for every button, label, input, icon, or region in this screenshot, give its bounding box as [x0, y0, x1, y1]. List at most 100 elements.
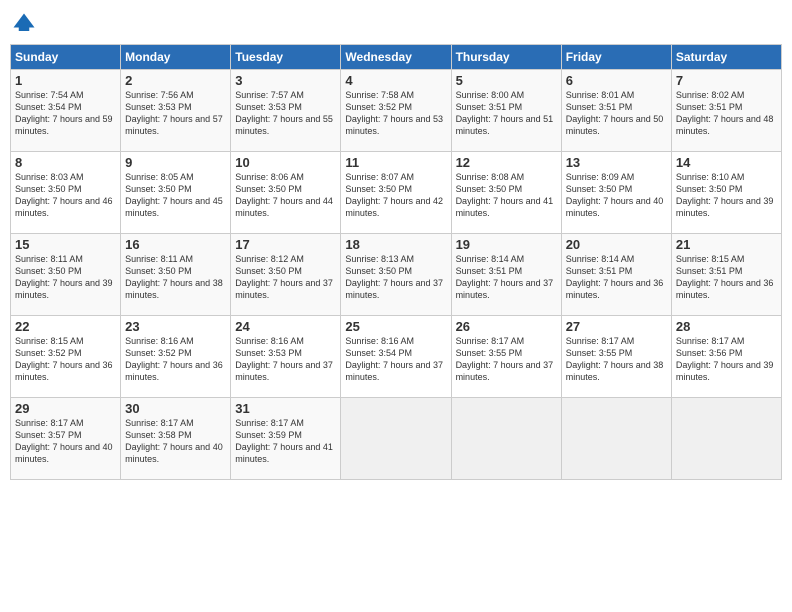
day-number: 20: [566, 237, 667, 252]
day-number: 21: [676, 237, 777, 252]
day-number: 9: [125, 155, 226, 170]
day-number: 1: [15, 73, 116, 88]
calendar-cell: 24 Sunrise: 8:16 AMSunset: 3:53 PMDaylig…: [231, 316, 341, 398]
day-number: 23: [125, 319, 226, 334]
calendar-cell: 27 Sunrise: 8:17 AMSunset: 3:55 PMDaylig…: [561, 316, 671, 398]
calendar-cell: 13 Sunrise: 8:09 AMSunset: 3:50 PMDaylig…: [561, 152, 671, 234]
day-info: Sunrise: 8:17 AMSunset: 3:55 PMDaylight:…: [566, 335, 667, 384]
calendar-cell: [561, 398, 671, 480]
calendar-cell: 2 Sunrise: 7:56 AMSunset: 3:53 PMDayligh…: [121, 70, 231, 152]
day-number: 28: [676, 319, 777, 334]
calendar-header-row: SundayMondayTuesdayWednesdayThursdayFrid…: [11, 45, 782, 70]
day-number: 12: [456, 155, 557, 170]
calendar-week-row: 1 Sunrise: 7:54 AMSunset: 3:54 PMDayligh…: [11, 70, 782, 152]
calendar-cell: 29 Sunrise: 8:17 AMSunset: 3:57 PMDaylig…: [11, 398, 121, 480]
day-info: Sunrise: 7:54 AMSunset: 3:54 PMDaylight:…: [15, 89, 116, 138]
day-number: 16: [125, 237, 226, 252]
header: [10, 10, 782, 38]
day-number: 18: [345, 237, 446, 252]
calendar-cell: 9 Sunrise: 8:05 AMSunset: 3:50 PMDayligh…: [121, 152, 231, 234]
calendar-cell: 11 Sunrise: 8:07 AMSunset: 3:50 PMDaylig…: [341, 152, 451, 234]
day-number: 27: [566, 319, 667, 334]
day-info: Sunrise: 7:57 AMSunset: 3:53 PMDaylight:…: [235, 89, 336, 138]
day-number: 15: [15, 237, 116, 252]
calendar-week-row: 8 Sunrise: 8:03 AMSunset: 3:50 PMDayligh…: [11, 152, 782, 234]
day-number: 3: [235, 73, 336, 88]
calendar-week-row: 29 Sunrise: 8:17 AMSunset: 3:57 PMDaylig…: [11, 398, 782, 480]
day-number: 2: [125, 73, 226, 88]
day-info: Sunrise: 8:11 AMSunset: 3:50 PMDaylight:…: [15, 253, 116, 302]
calendar-cell: 21 Sunrise: 8:15 AMSunset: 3:51 PMDaylig…: [671, 234, 781, 316]
day-info: Sunrise: 8:17 AMSunset: 3:59 PMDaylight:…: [235, 417, 336, 466]
calendar-cell: [451, 398, 561, 480]
day-number: 5: [456, 73, 557, 88]
day-header-sunday: Sunday: [11, 45, 121, 70]
day-info: Sunrise: 8:11 AMSunset: 3:50 PMDaylight:…: [125, 253, 226, 302]
calendar-cell: 5 Sunrise: 8:00 AMSunset: 3:51 PMDayligh…: [451, 70, 561, 152]
calendar-cell: 31 Sunrise: 8:17 AMSunset: 3:59 PMDaylig…: [231, 398, 341, 480]
day-header-tuesday: Tuesday: [231, 45, 341, 70]
calendar-cell: 16 Sunrise: 8:11 AMSunset: 3:50 PMDaylig…: [121, 234, 231, 316]
day-info: Sunrise: 8:01 AMSunset: 3:51 PMDaylight:…: [566, 89, 667, 138]
day-info: Sunrise: 8:03 AMSunset: 3:50 PMDaylight:…: [15, 171, 116, 220]
day-number: 7: [676, 73, 777, 88]
day-header-saturday: Saturday: [671, 45, 781, 70]
calendar-cell: 4 Sunrise: 7:58 AMSunset: 3:52 PMDayligh…: [341, 70, 451, 152]
calendar-cell: 12 Sunrise: 8:08 AMSunset: 3:50 PMDaylig…: [451, 152, 561, 234]
day-number: 26: [456, 319, 557, 334]
day-info: Sunrise: 7:58 AMSunset: 3:52 PMDaylight:…: [345, 89, 446, 138]
logo: [10, 10, 40, 38]
calendar-cell: 19 Sunrise: 8:14 AMSunset: 3:51 PMDaylig…: [451, 234, 561, 316]
calendar-week-row: 15 Sunrise: 8:11 AMSunset: 3:50 PMDaylig…: [11, 234, 782, 316]
day-number: 25: [345, 319, 446, 334]
day-info: Sunrise: 7:56 AMSunset: 3:53 PMDaylight:…: [125, 89, 226, 138]
day-info: Sunrise: 8:10 AMSunset: 3:50 PMDaylight:…: [676, 171, 777, 220]
day-info: Sunrise: 8:16 AMSunset: 3:54 PMDaylight:…: [345, 335, 446, 384]
day-number: 8: [15, 155, 116, 170]
logo-icon: [10, 10, 38, 38]
day-info: Sunrise: 8:12 AMSunset: 3:50 PMDaylight:…: [235, 253, 336, 302]
calendar-cell: 3 Sunrise: 7:57 AMSunset: 3:53 PMDayligh…: [231, 70, 341, 152]
day-info: Sunrise: 8:16 AMSunset: 3:52 PMDaylight:…: [125, 335, 226, 384]
day-info: Sunrise: 8:06 AMSunset: 3:50 PMDaylight:…: [235, 171, 336, 220]
day-number: 29: [15, 401, 116, 416]
day-number: 13: [566, 155, 667, 170]
day-info: Sunrise: 8:17 AMSunset: 3:55 PMDaylight:…: [456, 335, 557, 384]
calendar-cell: 22 Sunrise: 8:15 AMSunset: 3:52 PMDaylig…: [11, 316, 121, 398]
day-info: Sunrise: 8:14 AMSunset: 3:51 PMDaylight:…: [566, 253, 667, 302]
day-info: Sunrise: 8:02 AMSunset: 3:51 PMDaylight:…: [676, 89, 777, 138]
day-number: 4: [345, 73, 446, 88]
calendar-table: SundayMondayTuesdayWednesdayThursdayFrid…: [10, 44, 782, 480]
day-number: 10: [235, 155, 336, 170]
day-header-friday: Friday: [561, 45, 671, 70]
calendar-cell: 20 Sunrise: 8:14 AMSunset: 3:51 PMDaylig…: [561, 234, 671, 316]
calendar-cell: 14 Sunrise: 8:10 AMSunset: 3:50 PMDaylig…: [671, 152, 781, 234]
calendar-cell: 15 Sunrise: 8:11 AMSunset: 3:50 PMDaylig…: [11, 234, 121, 316]
day-info: Sunrise: 8:15 AMSunset: 3:51 PMDaylight:…: [676, 253, 777, 302]
day-info: Sunrise: 8:14 AMSunset: 3:51 PMDaylight:…: [456, 253, 557, 302]
day-info: Sunrise: 8:08 AMSunset: 3:50 PMDaylight:…: [456, 171, 557, 220]
calendar-cell: 17 Sunrise: 8:12 AMSunset: 3:50 PMDaylig…: [231, 234, 341, 316]
day-header-monday: Monday: [121, 45, 231, 70]
calendar-cell: 6 Sunrise: 8:01 AMSunset: 3:51 PMDayligh…: [561, 70, 671, 152]
day-info: Sunrise: 8:17 AMSunset: 3:56 PMDaylight:…: [676, 335, 777, 384]
calendar-cell: 30 Sunrise: 8:17 AMSunset: 3:58 PMDaylig…: [121, 398, 231, 480]
day-info: Sunrise: 8:05 AMSunset: 3:50 PMDaylight:…: [125, 171, 226, 220]
calendar-cell: [341, 398, 451, 480]
day-info: Sunrise: 8:16 AMSunset: 3:53 PMDaylight:…: [235, 335, 336, 384]
day-number: 14: [676, 155, 777, 170]
calendar-cell: 10 Sunrise: 8:06 AMSunset: 3:50 PMDaylig…: [231, 152, 341, 234]
day-number: 19: [456, 237, 557, 252]
calendar-cell: 23 Sunrise: 8:16 AMSunset: 3:52 PMDaylig…: [121, 316, 231, 398]
day-info: Sunrise: 8:09 AMSunset: 3:50 PMDaylight:…: [566, 171, 667, 220]
day-info: Sunrise: 8:07 AMSunset: 3:50 PMDaylight:…: [345, 171, 446, 220]
calendar-week-row: 22 Sunrise: 8:15 AMSunset: 3:52 PMDaylig…: [11, 316, 782, 398]
day-number: 31: [235, 401, 336, 416]
calendar-cell: 26 Sunrise: 8:17 AMSunset: 3:55 PMDaylig…: [451, 316, 561, 398]
day-info: Sunrise: 8:17 AMSunset: 3:57 PMDaylight:…: [15, 417, 116, 466]
day-header-thursday: Thursday: [451, 45, 561, 70]
calendar-cell: 1 Sunrise: 7:54 AMSunset: 3:54 PMDayligh…: [11, 70, 121, 152]
calendar-body: 1 Sunrise: 7:54 AMSunset: 3:54 PMDayligh…: [11, 70, 782, 480]
day-info: Sunrise: 8:15 AMSunset: 3:52 PMDaylight:…: [15, 335, 116, 384]
calendar-cell: 8 Sunrise: 8:03 AMSunset: 3:50 PMDayligh…: [11, 152, 121, 234]
